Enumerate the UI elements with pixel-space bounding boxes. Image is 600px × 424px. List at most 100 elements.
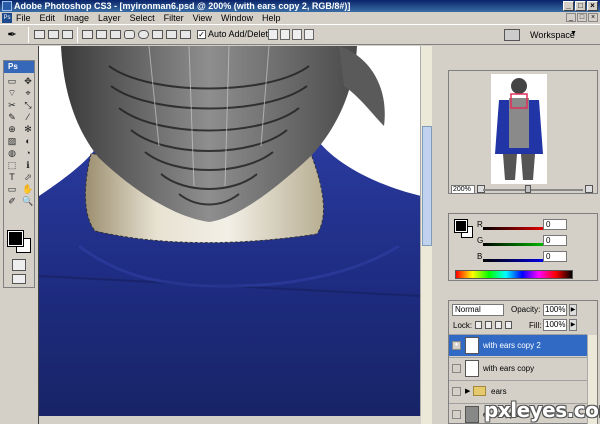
history-brush-tool-icon[interactable]: ✻ — [21, 123, 35, 135]
red-channel-slider[interactable] — [483, 227, 551, 230]
blue-channel-slider[interactable] — [483, 259, 551, 262]
pen-tool-icon[interactable]: ✒ — [4, 28, 20, 42]
menu-image[interactable]: Image — [64, 12, 89, 24]
polygon-icon[interactable] — [152, 30, 163, 39]
document-icon[interactable]: Ps — [2, 13, 12, 23]
blend-mode-select[interactable]: Normal — [452, 304, 504, 316]
screen-mode-icon[interactable] — [12, 274, 26, 284]
brush-tool-icon[interactable]: ⁄ — [21, 111, 35, 123]
scrollbar-thumb[interactable] — [422, 126, 432, 246]
doc-restore-button[interactable]: □ — [577, 13, 587, 22]
layer-name: with ears copy 2 — [483, 341, 541, 350]
zoom-slider-knob[interactable] — [525, 185, 531, 193]
lock-position-icon[interactable] — [495, 321, 502, 329]
auto-add-delete-label: Auto Add/Delete — [208, 29, 274, 39]
custom-shape-icon[interactable] — [180, 30, 191, 39]
menu-select[interactable]: Select — [130, 12, 155, 24]
hand-tool-icon[interactable]: ✋ — [21, 183, 35, 195]
dodge-tool-icon[interactable]: ◔ — [21, 147, 35, 159]
clone-stamp-tool-icon[interactable]: ⊕ — [5, 123, 19, 135]
shape-layers-icon[interactable] — [34, 30, 45, 39]
navigator-zoom-field[interactable]: 200% — [451, 185, 475, 194]
menu-window[interactable]: Window — [221, 12, 253, 24]
zoom-in-icon[interactable] — [585, 185, 593, 193]
crop-tool-icon[interactable]: ✂ — [5, 99, 19, 111]
rounded-rectangle-icon[interactable] — [124, 30, 135, 39]
path-selection-tool-icon[interactable]: ⬚ — [5, 159, 19, 171]
gradient-tool-icon[interactable]: ◐ — [21, 135, 35, 147]
notes-tool-icon[interactable]: ℹ — [21, 159, 35, 171]
blue-channel-label: B — [477, 252, 483, 261]
menu-view[interactable]: View — [193, 12, 212, 24]
menu-help[interactable]: Help — [262, 12, 281, 24]
green-channel-slider[interactable] — [483, 243, 551, 246]
vertical-scrollbar[interactable] — [420, 46, 432, 424]
ellipse-icon[interactable] — [138, 30, 149, 39]
layer-thumbnail — [465, 406, 479, 423]
options-bar: ✒ ✓ Auto Add/Delete Workspace ▼ — [0, 24, 600, 45]
foreground-color-swatch[interactable] — [7, 230, 24, 247]
color-spectrum-bar[interactable] — [455, 270, 573, 279]
maximize-button[interactable]: □ — [575, 1, 586, 11]
navigator-thumbnail[interactable] — [491, 74, 547, 184]
quick-mask-icon[interactable] — [12, 259, 26, 271]
minimize-button[interactable]: _ — [563, 1, 574, 11]
lasso-tool-icon[interactable]: ⌔ — [5, 87, 19, 99]
zoom-tool-icon[interactable]: 🔍 — [21, 195, 35, 207]
fill-field[interactable]: 100% — [543, 319, 567, 331]
layer-row[interactable]: with ears copy — [449, 357, 587, 379]
eyedropper-tool-icon[interactable]: ✐ — [5, 195, 19, 207]
photoshop-icon — [2, 1, 12, 11]
close-button[interactable]: × — [587, 1, 598, 11]
auto-add-delete-checkbox[interactable]: ✓ — [197, 30, 206, 39]
menu-edit[interactable]: Edit — [40, 12, 56, 24]
lock-transparency-icon[interactable] — [475, 321, 482, 329]
green-channel-value[interactable]: 0 — [543, 235, 567, 246]
opacity-field[interactable]: 100% — [543, 304, 567, 316]
red-channel-value[interactable]: 0 — [543, 219, 567, 230]
eraser-tool-icon[interactable]: ▨ — [5, 135, 19, 147]
eye-icon[interactable]: ● — [452, 341, 461, 350]
freeform-pen-icon[interactable] — [96, 30, 107, 39]
healing-brush-tool-icon[interactable]: ✎ — [5, 111, 19, 123]
toolbox: Ps ▭ ✥ ⌔ ⌖ ✂ ⤡ ✎ ⁄ ⊕ ✻ ▨ ◐ ◍ ◔ ⬚ ℹ T ⬀ ▭… — [3, 60, 35, 288]
move-tool-icon[interactable]: ✥ — [21, 75, 35, 87]
chevron-down-icon: ▼ — [570, 30, 577, 37]
slice-tool-icon[interactable]: ⤡ — [21, 99, 35, 111]
pen-icon[interactable] — [82, 30, 93, 39]
menu-filter[interactable]: Filter — [164, 12, 184, 24]
magic-wand-tool-icon[interactable]: ⌖ — [21, 87, 35, 99]
fill-label: Fill: — [529, 321, 542, 330]
type-tool-icon[interactable]: T — [5, 171, 19, 183]
path-exclude-icon[interactable] — [304, 29, 314, 40]
visibility-toggle[interactable] — [452, 410, 461, 419]
path-add-icon[interactable] — [268, 29, 278, 40]
path-intersect-icon[interactable] — [292, 29, 302, 40]
direct-selection-tool-icon[interactable]: ⬀ — [21, 171, 35, 183]
path-subtract-icon[interactable] — [280, 29, 290, 40]
fill-arrow-icon[interactable]: ▶ — [569, 319, 577, 331]
opacity-arrow-icon[interactable]: ▶ — [569, 304, 577, 316]
color-panel-foreground-swatch[interactable] — [454, 219, 468, 233]
zoom-slider[interactable] — [483, 189, 583, 191]
image-canvas[interactable] — [39, 46, 421, 416]
rectangle-icon[interactable] — [110, 30, 121, 39]
expand-triangle-icon[interactable]: ▶ — [465, 387, 470, 395]
doc-minimize-button[interactable]: _ — [566, 13, 576, 22]
shape-tool-icon[interactable]: ▭ — [5, 183, 19, 195]
workspace-menu[interactable]: Workspace ▼ — [500, 28, 596, 43]
visibility-toggle[interactable] — [452, 364, 461, 373]
visibility-toggle[interactable] — [452, 387, 461, 396]
doc-close-button[interactable]: × — [588, 13, 598, 22]
lock-image-icon[interactable] — [485, 321, 492, 329]
fill-pixels-icon[interactable] — [62, 30, 73, 39]
lock-all-icon[interactable] — [505, 321, 512, 329]
layer-row[interactable]: ● with ears copy 2 — [449, 334, 587, 356]
line-icon[interactable] — [166, 30, 177, 39]
blue-channel-value[interactable]: 0 — [543, 251, 567, 262]
paths-icon[interactable] — [48, 30, 59, 39]
marquee-tool-icon[interactable]: ▭ — [5, 75, 19, 87]
menu-layer[interactable]: Layer — [98, 12, 121, 24]
blur-tool-icon[interactable]: ◍ — [5, 147, 19, 159]
menu-file[interactable]: File — [16, 12, 31, 24]
